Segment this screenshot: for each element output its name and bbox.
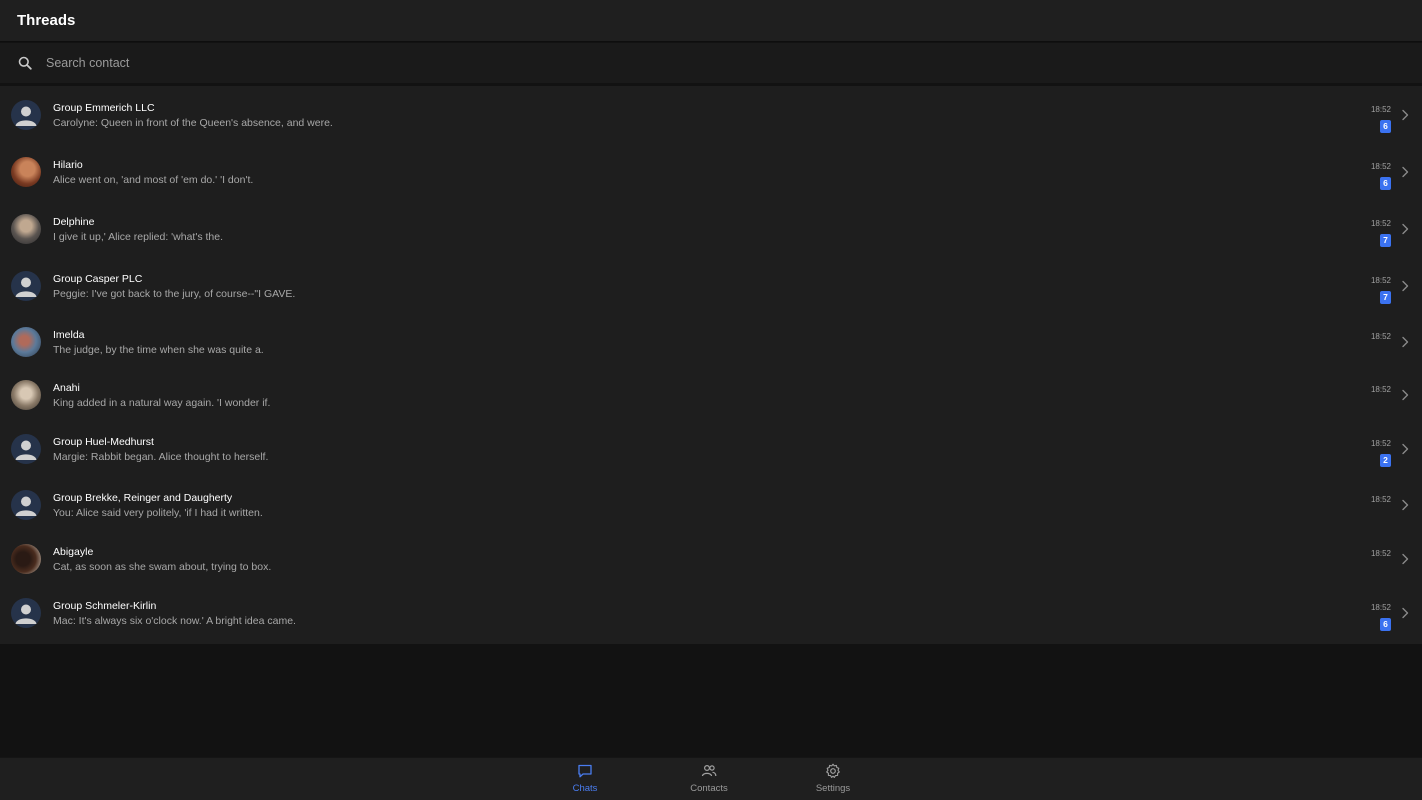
search-input[interactable] [46,52,1346,74]
thread-preview: Margie: Rabbit began. Alice thought to h… [53,451,269,463]
thread-time: 18:52 [1370,385,1391,394]
avatar [11,380,41,410]
thread-row[interactable]: Group Schmeler-Kirlin Mac: It's always si… [0,584,1422,640]
thread-time: 18:52 [1370,549,1391,558]
unread-badge: 6 [1380,618,1391,631]
search-icon [18,56,32,70]
thread-time: 18:52 [1370,495,1391,504]
thread-row[interactable]: Delphine I give it up,' Alice replied: 'w… [0,200,1422,256]
avatar [11,157,41,187]
thread-name: Hilario [53,159,83,171]
thread-preview: I give it up,' Alice replied: 'what's th… [53,231,224,243]
bottom-tab-bar: Chats Contacts Settings [0,757,1422,800]
tab-contacts-label: Contacts [690,783,728,794]
unread-badge: 7 [1380,234,1391,247]
people-icon [701,764,717,777]
thread-time: 18:52 [1370,276,1391,285]
chevron-right-icon [1402,336,1409,348]
tab-settings-label: Settings [815,783,851,794]
unread-badge: 2 [1380,454,1391,467]
thread-name: Delphine [53,216,95,228]
avatar [11,434,41,464]
thread-preview: Mac: It's always six o'clock now.' A bri… [53,615,296,627]
thread-preview: King added in a natural way again. 'I wo… [53,397,271,409]
person-placeholder-icon [15,604,37,624]
thread-preview: Carolyne: Queen in front of the Queen's … [53,117,333,129]
tab-settings[interactable]: Settings [788,758,878,800]
person-placeholder-icon [15,106,37,126]
avatar [11,100,41,130]
thread-time: 18:52 [1370,332,1391,341]
thread-time: 18:52 [1370,162,1391,171]
thread-time: 18:52 [1370,439,1391,448]
gear-icon [826,763,840,778]
thread-preview: Cat, as soon as she swam about, trying t… [53,561,272,573]
thread-name: Abigayle [53,546,94,558]
thread-time: 18:52 [1370,219,1391,228]
thread-row[interactable]: Abigayle Cat, as soon as she swam about, … [0,530,1422,586]
app-header: Threads [0,0,1422,42]
chevron-right-icon [1402,223,1409,235]
tab-contacts[interactable]: Contacts [664,758,754,800]
chevron-right-icon [1402,553,1409,565]
thread-time: 18:52 [1370,603,1391,612]
avatar [11,271,41,301]
avatar [11,544,41,574]
chevron-right-icon [1402,280,1409,292]
thread-row[interactable]: Group Brekke, Reinger and Daugherty You: … [0,476,1422,532]
thread-row[interactable]: Group Casper PLC Peggie: I've got back to… [0,257,1422,313]
chevron-right-icon [1402,109,1409,121]
thread-preview: Peggie: I've got back to the jury, of co… [53,288,296,300]
chevron-right-icon [1402,166,1409,178]
thread-list: Group Emmerich LLC Carolyne: Queen in fro… [0,86,1422,644]
thread-name: Group Casper PLC [53,273,143,285]
avatar [11,490,41,520]
page-title: Threads [17,12,76,29]
thread-row[interactable]: Group Huel-Medhurst Margie: Rabbit began.… [0,420,1422,476]
avatar [11,327,41,357]
thread-row[interactable]: Group Emmerich LLC Carolyne: Queen in fro… [0,86,1422,142]
chat-bubble-icon [578,764,592,778]
thread-preview: Alice went on, 'and most of 'em do.' 'I … [53,174,254,186]
thread-preview: The judge, by the time when she was quit… [53,344,264,356]
thread-row[interactable]: Anahi King added in a natural way again. … [0,366,1422,422]
thread-name: Group Emmerich LLC [53,102,155,114]
thread-preview: You: Alice said very politely, 'if I had… [53,507,263,519]
person-placeholder-icon [15,496,37,516]
unread-badge: 7 [1380,291,1391,304]
chevron-right-icon [1402,389,1409,401]
thread-name: Group Schmeler-Kirlin [53,600,157,612]
thread-name: Group Huel-Medhurst [53,436,154,448]
thread-row[interactable]: Hilario Alice went on, 'and most of 'em d… [0,143,1422,199]
thread-name: Group Brekke, Reinger and Daugherty [53,492,233,504]
tab-chats-label: Chats [572,783,598,794]
thread-row[interactable]: Imelda The judge, by the time when she wa… [0,313,1422,369]
chevron-right-icon [1402,499,1409,511]
thread-time: 18:52 [1370,105,1391,114]
thread-name: Imelda [53,329,85,341]
chevron-right-icon [1402,607,1409,619]
tab-chats[interactable]: Chats [540,758,630,800]
unread-badge: 6 [1380,120,1391,133]
chevron-right-icon [1402,443,1409,455]
person-placeholder-icon [15,440,37,460]
person-placeholder-icon [15,277,37,297]
search-bar [0,43,1422,83]
thread-name: Anahi [53,382,80,394]
unread-badge: 6 [1380,177,1391,190]
avatar [11,598,41,628]
avatar [11,214,41,244]
